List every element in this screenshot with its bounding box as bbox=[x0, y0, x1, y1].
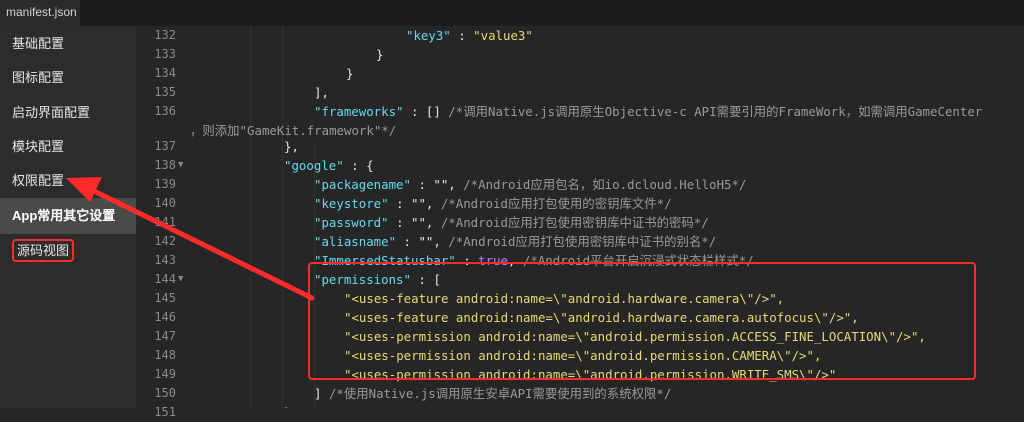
annotation-arrow-icon bbox=[66, 177, 315, 301]
